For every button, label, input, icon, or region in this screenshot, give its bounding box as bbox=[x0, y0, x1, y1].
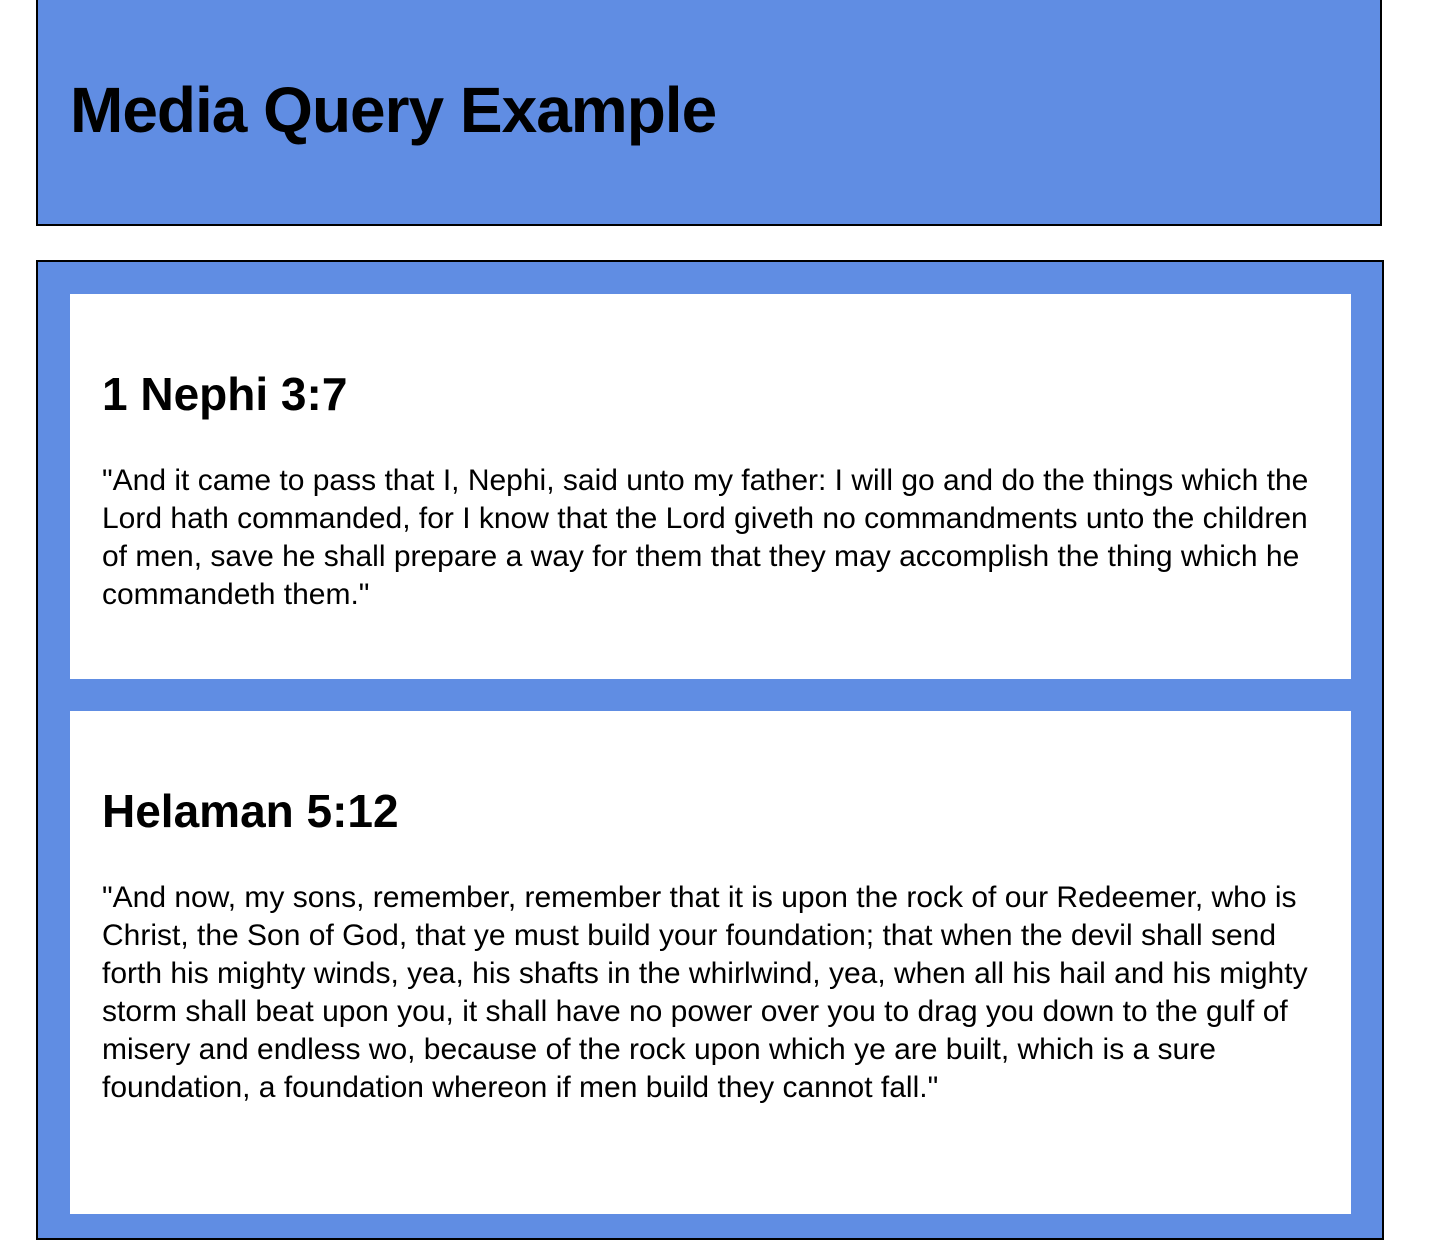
card-heading: 1 Nephi 3:7 bbox=[102, 368, 348, 420]
page-header: Media Query Example bbox=[36, 0, 1382, 226]
main-content: 1 Nephi 3:7 "And it came to pass that I,… bbox=[36, 260, 1384, 1240]
scripture-card: Helaman 5:12 "And now, my sons, remember… bbox=[70, 711, 1351, 1214]
card-text: "And it came to pass that I, Nephi, said… bbox=[102, 464, 1309, 611]
scripture-card: 1 Nephi 3:7 "And it came to pass that I,… bbox=[70, 294, 1351, 679]
page-title: Media Query Example bbox=[70, 74, 717, 146]
card-text: "And now, my sons, remember, remember th… bbox=[102, 881, 1308, 1104]
card-heading: Helaman 5:12 bbox=[102, 785, 399, 837]
